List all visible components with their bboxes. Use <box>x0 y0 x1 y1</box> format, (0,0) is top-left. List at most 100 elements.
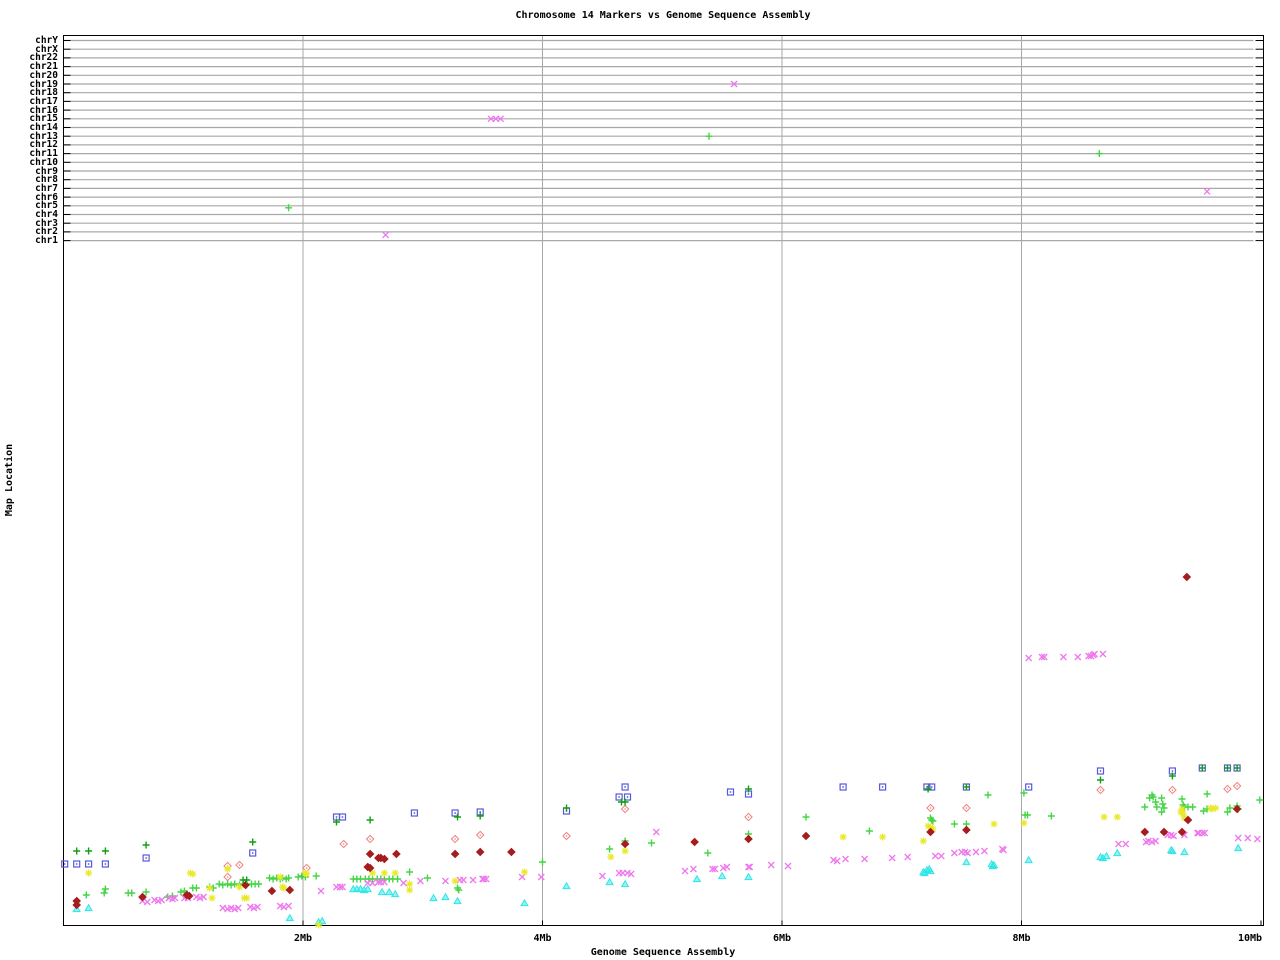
point-wi_rh <box>991 821 998 828</box>
point-gm99_g3 <box>452 850 459 857</box>
point-gm99_gb4 <box>313 873 320 880</box>
point-gm99_g3 <box>508 848 515 855</box>
point-genethon <box>224 873 231 880</box>
point-gm99_gb4 <box>102 886 109 893</box>
point-gm99_gb4 <box>295 874 302 881</box>
plot-border <box>64 36 1264 926</box>
point-wi_yac <box>719 873 726 879</box>
x-tick-label-10Mb: 10Mb <box>1238 933 1262 944</box>
point-gm99_gb4-chr13 <box>706 133 713 140</box>
point-gm99_g3 <box>393 850 400 857</box>
point-gm99_gb4 <box>83 892 90 899</box>
point-wi_rh <box>381 870 388 877</box>
point-gm99_g3 <box>963 826 970 833</box>
x-tick-label-4Mb: 4Mb <box>533 933 551 944</box>
point-decode <box>1097 777 1104 784</box>
point-genethon <box>1234 782 1241 789</box>
point-wi_yac <box>563 883 570 889</box>
point-tng <box>973 849 979 855</box>
point-tng <box>1100 651 1106 657</box>
point-tng <box>862 856 868 862</box>
plot-canvas <box>0 0 1280 960</box>
point-marshfield <box>62 861 68 867</box>
point-wi_rh <box>1179 806 1186 813</box>
point-wi_rh <box>189 871 196 878</box>
point-wi_rh <box>206 885 213 892</box>
point-decode <box>102 848 109 855</box>
point-genethon <box>963 804 970 811</box>
point-wi_rh <box>879 834 886 841</box>
point-wi_rh <box>452 878 459 885</box>
point-wi_yac <box>442 894 449 900</box>
point-tng <box>1026 655 1032 661</box>
point-marshfield <box>1098 768 1104 774</box>
point-tng <box>682 868 688 874</box>
point-wi_yac <box>745 874 752 880</box>
point-gm99_g3 <box>745 835 752 842</box>
point-tng <box>951 850 957 856</box>
point-tng <box>401 880 407 886</box>
point-decode <box>925 786 932 793</box>
point-gm99_gb4 <box>270 876 277 883</box>
point-wi_yac <box>1025 857 1032 863</box>
point-genethon <box>367 835 374 842</box>
point-decode <box>454 814 461 821</box>
point-genethon <box>236 861 243 868</box>
point-genethon <box>927 804 934 811</box>
point-gm99_gb4 <box>1153 804 1160 811</box>
point-gm99_gb4 <box>1179 796 1186 803</box>
point-wi_yac <box>963 859 970 865</box>
point-wi_rh <box>1101 814 1108 821</box>
point-gm99_gb4 <box>1256 797 1263 804</box>
point-gm99_g3 <box>1183 573 1190 580</box>
point-tng <box>690 866 696 872</box>
point-wi_rh <box>622 848 629 855</box>
point-genethon <box>477 831 484 838</box>
point-wi_yac <box>286 915 293 921</box>
point-tng <box>889 855 895 861</box>
point-tng <box>1123 841 1129 847</box>
point-decode <box>85 848 92 855</box>
point-gm99_gb4 <box>193 885 200 892</box>
point-tng <box>905 854 911 860</box>
point-tng <box>461 877 467 883</box>
point-gm99_gb4 <box>1141 804 1148 811</box>
point-gm99_gb4 <box>803 814 810 821</box>
x-tick-label-2Mb: 2Mb <box>294 933 312 944</box>
point-tng <box>470 877 476 883</box>
point-wi_rh <box>406 881 413 888</box>
point-gm99_gb4 <box>606 846 613 853</box>
point-gm99_g3 <box>802 832 809 839</box>
y-axis-title: Map Location <box>5 444 15 516</box>
point-tng <box>443 878 449 884</box>
point-tng <box>538 874 544 880</box>
point-gm99_gb4 <box>406 869 413 876</box>
point-wi_yac <box>386 889 393 895</box>
point-wi_rh <box>209 895 216 902</box>
point-gm99_g3 <box>268 887 275 894</box>
point-wi_rh <box>521 869 528 876</box>
point-marshfield <box>1026 784 1032 790</box>
point-gm99_gb4-chr11 <box>1096 150 1103 157</box>
point-tng <box>144 899 150 905</box>
point-wi_yac <box>694 876 701 882</box>
point-marshfield <box>622 784 628 790</box>
point-marshfield <box>74 861 80 867</box>
point-gm99_gb4 <box>224 881 231 888</box>
point-genethon <box>745 813 752 820</box>
point-wi_yac <box>1103 853 1110 859</box>
y-axis-label-chr1: chr1 <box>35 236 58 245</box>
point-marshfield <box>728 789 734 795</box>
point-gm99_gb4 <box>216 881 223 888</box>
point-gm99_gb4 <box>255 881 262 888</box>
point-gm99_g3 <box>691 838 698 845</box>
point-wi_rh <box>1114 814 1121 821</box>
point-gm99_gb4 <box>866 828 873 835</box>
point-gm99_gb4 <box>128 890 135 897</box>
point-wi_yac <box>454 898 461 904</box>
point-wi_yac <box>379 889 386 895</box>
point-wi_yac <box>85 905 92 911</box>
point-tng <box>932 853 938 859</box>
point-tng <box>653 829 659 835</box>
point-tng <box>785 863 791 869</box>
